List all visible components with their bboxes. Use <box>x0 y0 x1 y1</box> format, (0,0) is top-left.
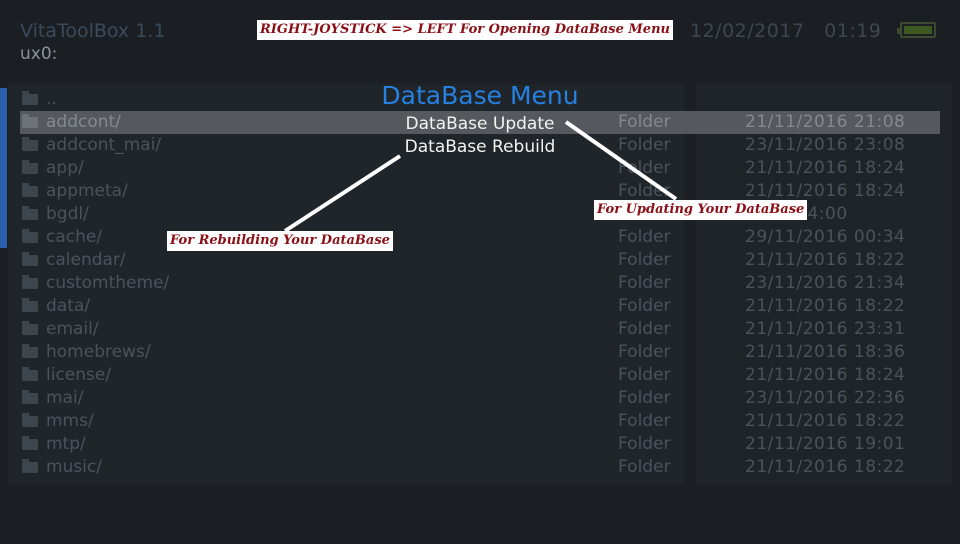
update-arrow-line <box>564 120 678 201</box>
annotation-arrows <box>283 120 678 233</box>
rebuild-arrow-line <box>283 154 402 233</box>
